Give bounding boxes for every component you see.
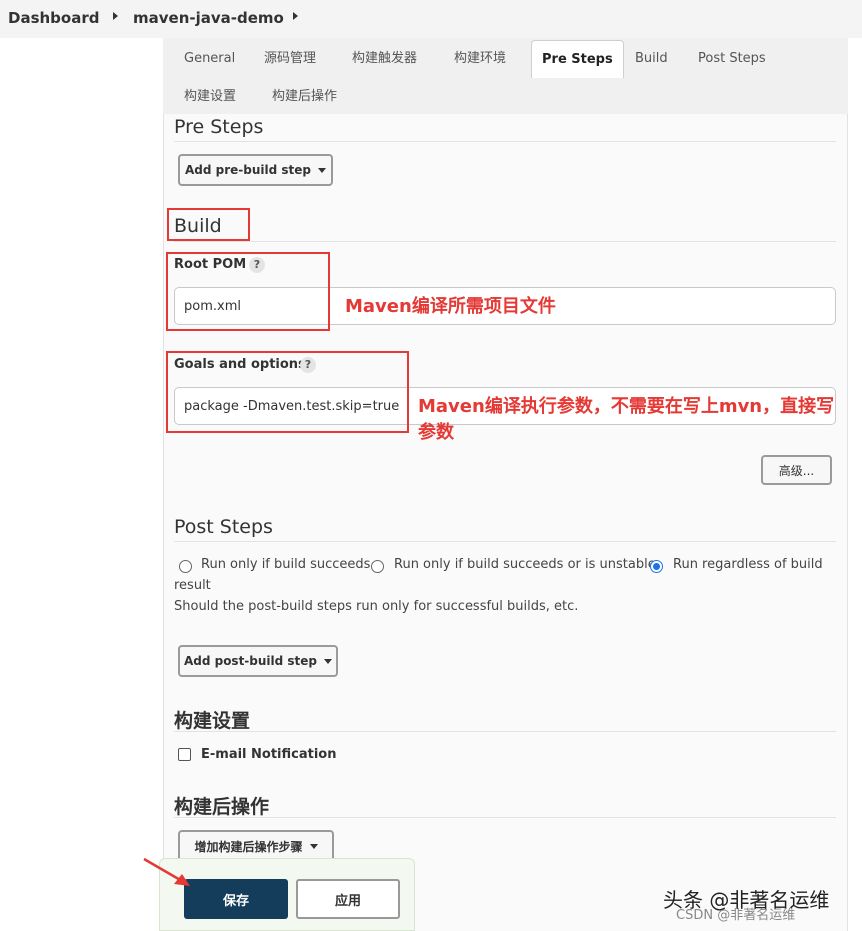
- chevron-down-icon: [309, 843, 318, 849]
- radio-regardless[interactable]: [650, 560, 663, 573]
- radio-build-succeeds[interactable]: [179, 560, 192, 573]
- apply-button[interactable]: 应用: [296, 879, 400, 919]
- divider: [174, 241, 836, 242]
- tab-pre-steps[interactable]: Pre Steps: [531, 40, 624, 78]
- tab-post-build[interactable]: 构建后操作: [272, 81, 337, 113]
- add-pre-build-step-button[interactable]: Add pre-build step: [178, 154, 333, 186]
- watermark-csdn: CSDN @非著名运维: [676, 908, 796, 923]
- tab-general[interactable]: General: [184, 43, 235, 75]
- breadcrumb-project[interactable]: maven-java-demo: [133, 9, 284, 27]
- tab-build-env[interactable]: 构建环境: [454, 43, 506, 75]
- radio-label: Run regardless of build: [673, 557, 823, 572]
- divider: [174, 141, 836, 142]
- goals-annotation: Maven编译执行参数，不需要在写上mvn，直接写参数: [418, 396, 835, 443]
- breadcrumb-dashboard[interactable]: Dashboard: [8, 9, 99, 27]
- tab-build-settings[interactable]: 构建设置: [184, 81, 236, 113]
- highlight-box: [166, 252, 330, 331]
- chevron-down-icon: [324, 658, 333, 664]
- breadcrumb-separator-icon[interactable]: [293, 12, 298, 20]
- divider: [174, 731, 836, 732]
- add-post-build-step-button[interactable]: Add post-build step: [178, 645, 338, 677]
- highlight-box: [167, 208, 250, 241]
- email-notification-label: E-mail Notification: [201, 747, 337, 762]
- add-post-build-action-label: 增加构建后操作步骤: [194, 839, 303, 854]
- radio-succeeds-or-unstable[interactable]: [371, 560, 384, 573]
- add-pre-build-step-label: Add pre-build step: [184, 163, 311, 177]
- tab-post-steps[interactable]: Post Steps: [698, 43, 766, 75]
- add-post-build-step-label: Add post-build step: [183, 654, 318, 668]
- advanced-button[interactable]: 高级...: [761, 455, 832, 485]
- breadcrumb-separator-icon[interactable]: [113, 12, 118, 20]
- highlight-box: [166, 351, 409, 433]
- breadcrumb: Dashboard maven-java-demo: [0, 0, 862, 38]
- post-steps-description: Should the post-build steps run only for…: [174, 599, 579, 614]
- email-notification-checkbox[interactable]: [178, 748, 191, 761]
- chevron-down-icon: [318, 167, 326, 173]
- save-button[interactable]: 保存: [184, 879, 288, 919]
- radio-label-wrap: result: [174, 578, 211, 593]
- pre-steps-title: Pre Steps: [174, 116, 264, 138]
- tab-triggers[interactable]: 构建触发器: [352, 43, 417, 75]
- tab-build[interactable]: Build: [635, 43, 668, 75]
- arrow-icon: [143, 857, 190, 886]
- tab-scm[interactable]: 源码管理: [264, 43, 316, 75]
- root-pom-annotation: Maven编译所需项目文件: [345, 296, 556, 317]
- post-build-title: 构建后操作: [174, 796, 270, 818]
- divider: [174, 817, 836, 818]
- divider: [174, 541, 836, 542]
- radio-label: Run only if build succeeds or is unstabl…: [394, 557, 656, 572]
- build-settings-title: 构建设置: [174, 710, 251, 732]
- post-steps-title: Post Steps: [174, 516, 273, 538]
- radio-label: Run only if build succeeds: [201, 557, 371, 572]
